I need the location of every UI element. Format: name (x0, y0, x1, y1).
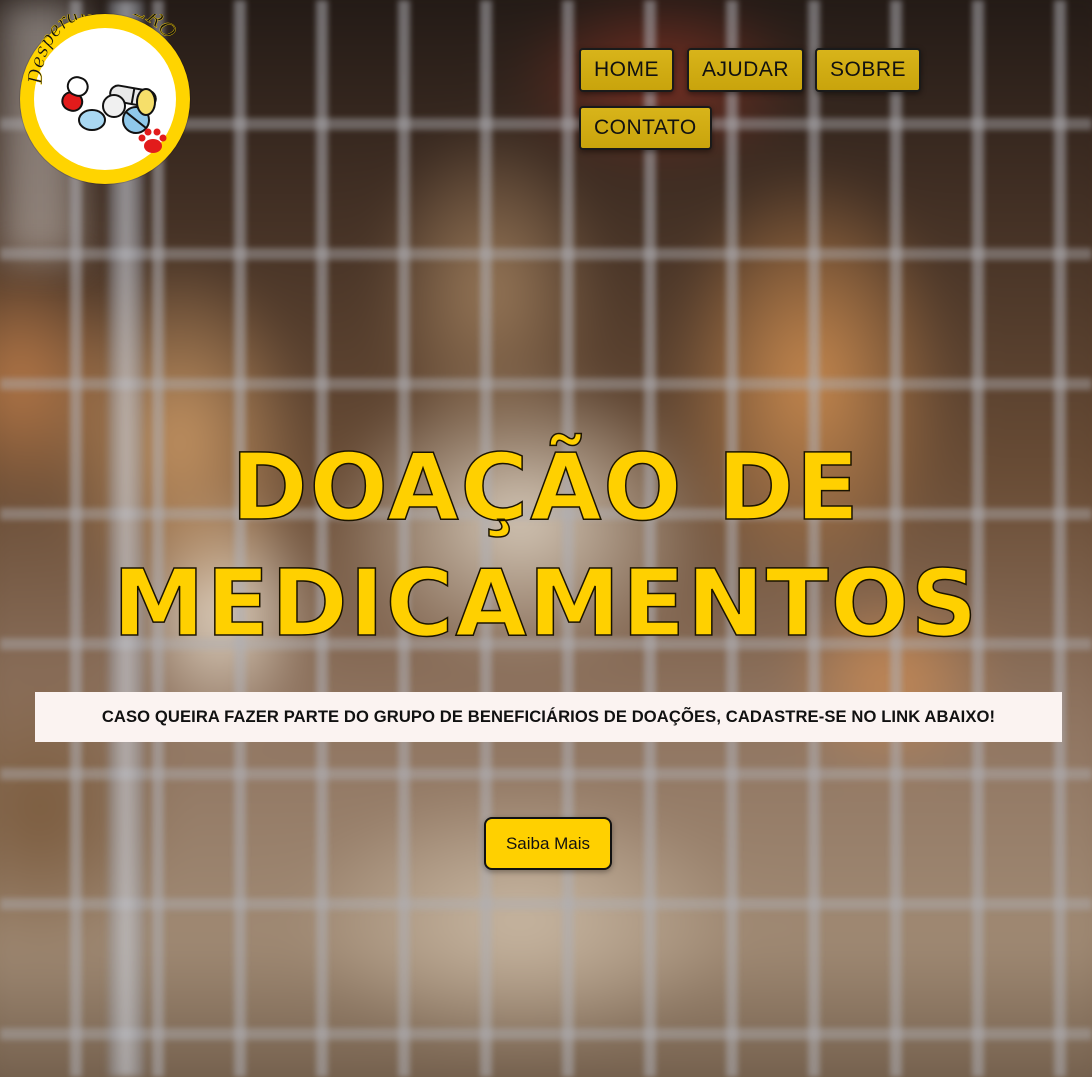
info-banner: CASO QUEIRA FAZER PARTE DO GRUPO DE BENE… (35, 692, 1062, 742)
nav-sobre-button[interactable]: SOBRE (815, 48, 922, 92)
page: Desperdício ZERO (0, 0, 1092, 1077)
hero-title: DOAÇÃO DE MEDICAMENTOS (0, 430, 1092, 662)
saiba-mais-button[interactable]: Saiba Mais (484, 817, 612, 870)
nav-home-button[interactable]: HOME (579, 48, 674, 92)
logo-icon: Desperdício ZERO (24, 14, 181, 153)
hero-title-line-2: MEDICAMENTOS (112, 549, 980, 658)
nav-contato-button[interactable]: CONTATO (579, 106, 712, 150)
logo-text: Desperdício ZERO (24, 14, 181, 86)
hero-title-line-1: DOAÇÃO DE (231, 433, 861, 542)
svg-text:Desperdício ZERO: Desperdício ZERO (25, 14, 181, 85)
logo[interactable]: Desperdício ZERO (20, 14, 190, 184)
nav-ajudar-button[interactable]: AJUDAR (687, 48, 805, 92)
info-banner-text: CASO QUEIRA FAZER PARTE DO GRUPO DE BENE… (101, 707, 996, 726)
